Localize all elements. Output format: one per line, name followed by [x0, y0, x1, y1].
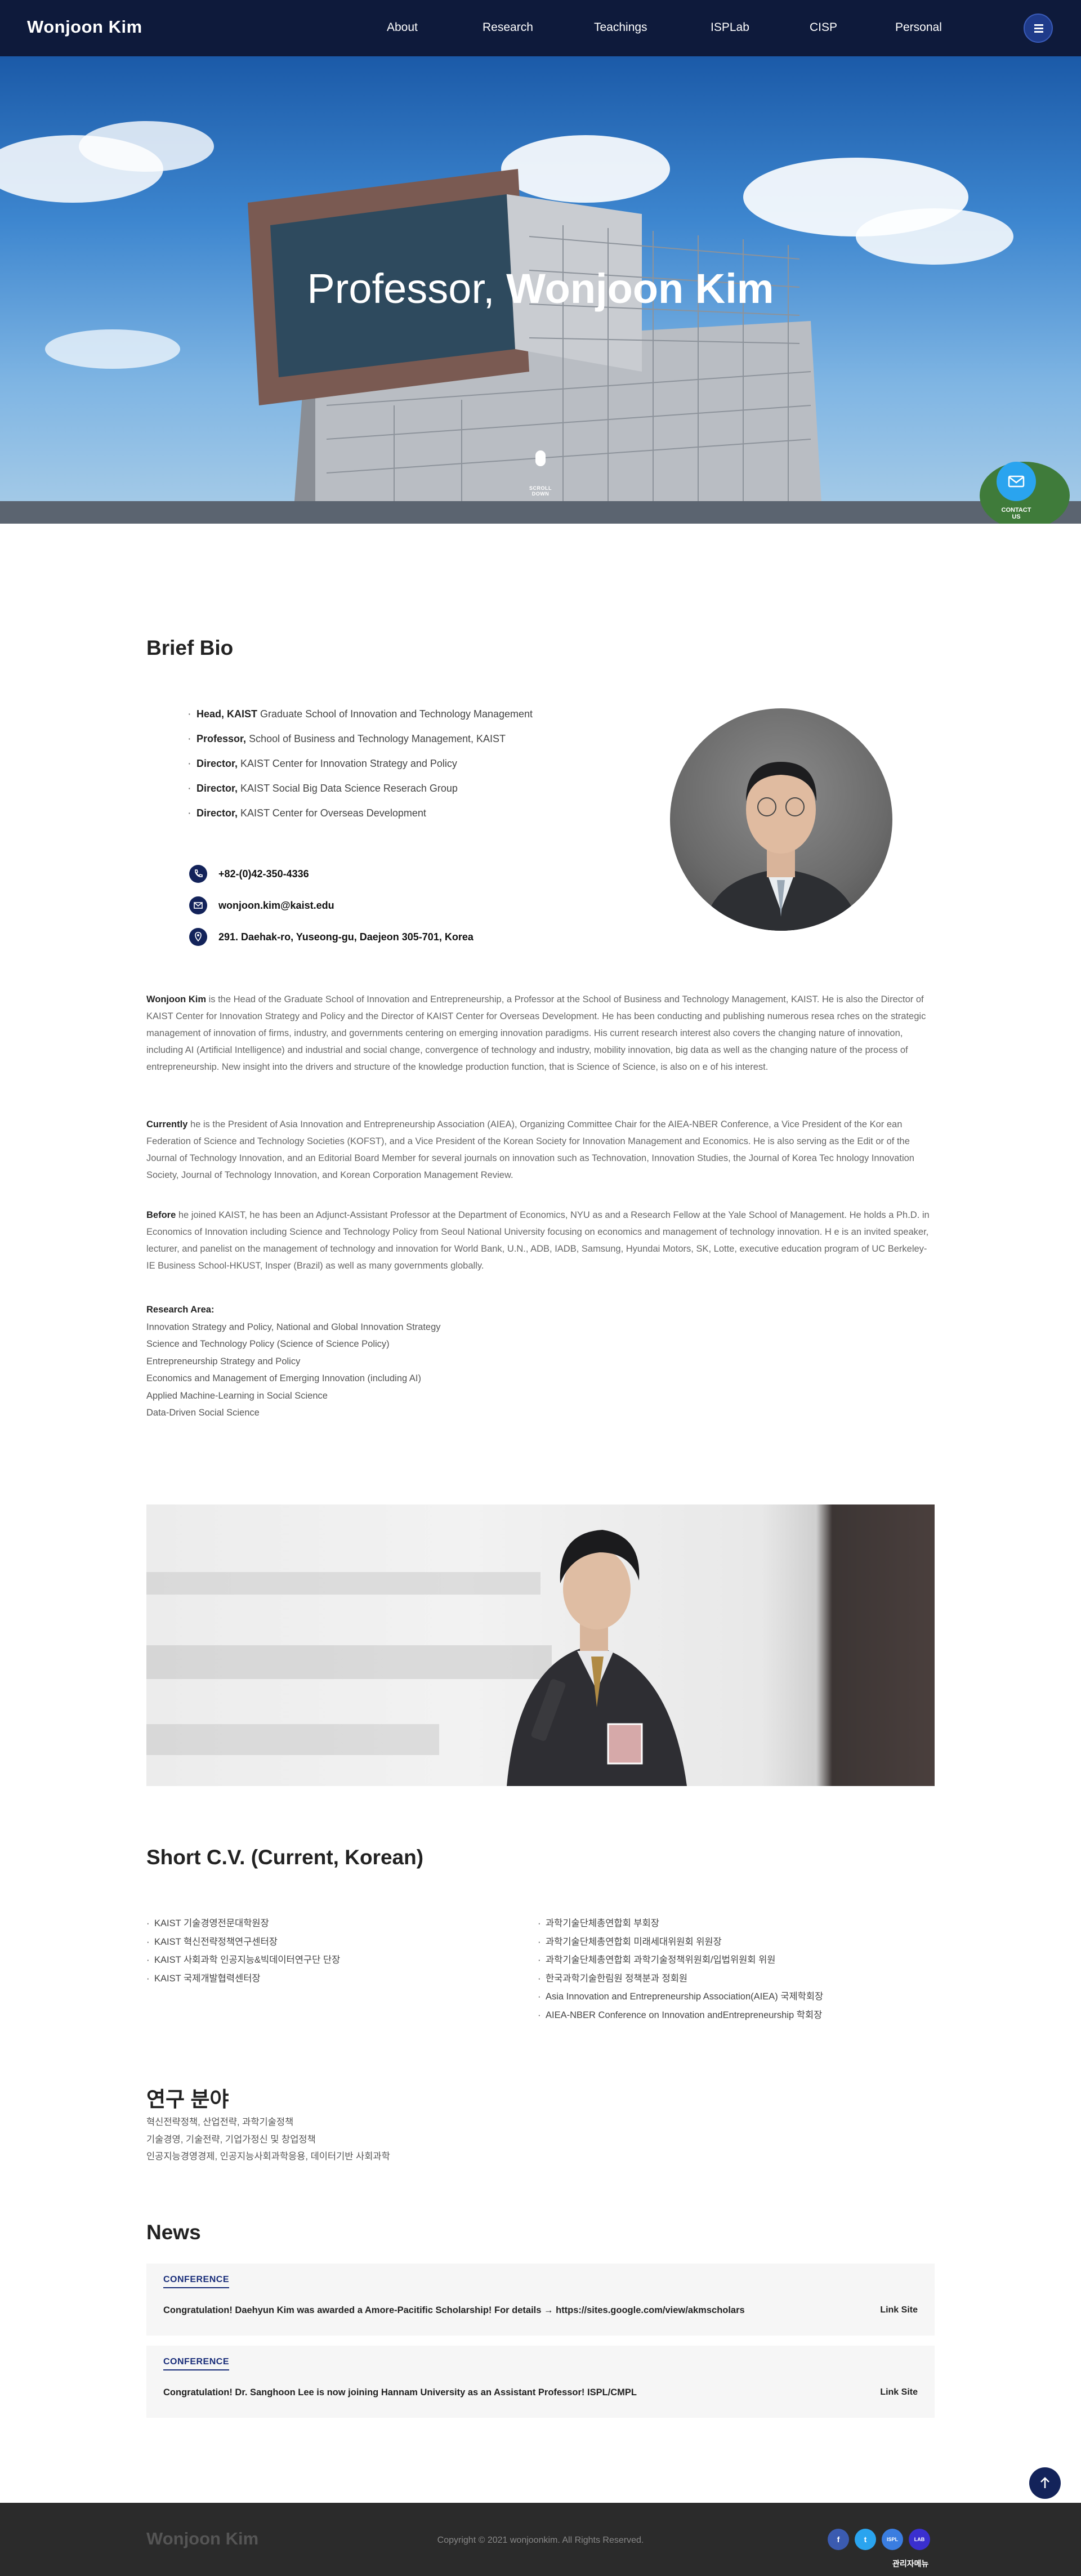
list-item: Director, KAIST Center for Innovation St… [187, 756, 533, 781]
list-item: Director, KAIST Center for Overseas Deve… [187, 806, 533, 831]
list-item: Applied Machine-Learning in Social Scien… [146, 1390, 328, 1401]
mouse-icon [535, 450, 546, 466]
nav-isplab[interactable]: ISPLab [711, 21, 749, 34]
contact-us-label: CONTACT US [1001, 507, 1031, 520]
bio-paragraph-2: Currently he is the President of Asia In… [146, 1119, 914, 1180]
envelope-icon [997, 462, 1036, 501]
brief-bio-title: Brief Bio [146, 636, 233, 660]
back-to-top-button[interactable] [1029, 2467, 1061, 2499]
brief-bio-title-bold: Brief [146, 636, 194, 659]
hero-title-prefix: Professor, [307, 265, 495, 312]
list-item: 과학기술단체총연합회 미래세대위원회 위원장 [538, 1933, 823, 1952]
profile-portrait [670, 708, 892, 931]
brief-bio-title-rest: Bio [199, 636, 234, 659]
list-item: Head, KAIST Graduate School of Innovatio… [187, 707, 533, 731]
bio-paragraph-3: Before he joined KAIST, he has been an A… [146, 1210, 930, 1271]
news-item: CONFERENCE Congratulation! Daehyun Kim w… [146, 2264, 935, 2336]
nav-teachings[interactable]: Teachings [594, 21, 647, 34]
list-item: 기술경영, 기술전략, 기업가정신 및 창업정책 [146, 2134, 316, 2145]
research-area: Research Area: Innovation Strategy and P… [146, 1301, 441, 1422]
news-item: CONFERENCE Congratulation! Dr. Sanghoon … [146, 2346, 935, 2418]
ispl-icon[interactable]: ISPL [882, 2529, 903, 2550]
news-text: Congratulation! Daehyun Kim was awarded … [163, 2305, 745, 2315]
short-cv-title: Short C.V. (Current, Korean) [146, 1846, 423, 1869]
news-link[interactable]: Link Site [880, 2305, 918, 2315]
roles-list: Head, KAIST Graduate School of Innovatio… [187, 707, 533, 831]
site-header: Wonjoon Kim About Research Teachings ISP… [0, 0, 1081, 56]
research-area-title: Research Area: [146, 1305, 215, 1315]
list-item: Director, KAIST Social Big Data Science … [187, 781, 533, 806]
news-title: News [146, 2221, 201, 2244]
scroll-down-button[interactable]: SCROLL DOWN [522, 450, 559, 497]
news-text: Congratulation! Dr. Sanghoon Lee is now … [163, 2387, 637, 2398]
contact-us-button[interactable]: CONTACT US [997, 462, 1036, 520]
list-item: 혁신전략정책, 산업전략, 과학기술정책 [146, 2117, 294, 2127]
hero-title-name: Wonjoon Kim [506, 265, 774, 312]
contact-info: +82-(0)42-350-4336 wonjoon.kim@kaist.edu… [189, 858, 474, 953]
list-item: KAIST 사회과학 인공지능&빅데이터연구단 단장 [146, 1951, 340, 1970]
lab-icon[interactable]: LAB [909, 2529, 930, 2550]
list-item: 한국과학기술한림원 정책분과 정회원 [538, 1970, 823, 1988]
arrow-up-icon [1040, 2477, 1049, 2488]
list-item: Science and Technology Policy (Science o… [146, 1339, 390, 1349]
twitter-icon[interactable]: t [855, 2529, 876, 2550]
speaker-photo [146, 1504, 935, 1786]
list-item: Economics and Management of Emerging Inn… [146, 1373, 421, 1383]
list-item: Entrepreneurship Strategy and Policy [146, 1356, 301, 1367]
list-item: 과학기술단체총연합회 부회장 [538, 1914, 823, 1933]
admin-menu-link[interactable]: 관리자메뉴 [892, 2558, 928, 2569]
nav-about[interactable]: About [387, 21, 418, 34]
cv-left-list: KAIST 기술경영전문대학원장 KAIST 혁신전략정책연구센터장 KAIST… [146, 1914, 340, 1988]
phone-icon [189, 865, 207, 883]
news-link[interactable]: Link Site [880, 2387, 918, 2398]
address-row: 291. Daehak-ro, Yuseong-gu, Daejeon 305-… [189, 921, 474, 953]
list-item: 과학기술단체총연합회 과학기술정책위원회/입법위원회 위원 [538, 1951, 823, 1970]
mail-icon [189, 896, 207, 914]
site-footer: Wonjoon Kim Copyright © 2021 wonjoonkim.… [0, 2503, 1081, 2576]
list-item: AIEA-NBER Conference on Innovation andEn… [538, 2006, 823, 2025]
hero-title: Professor, Wonjoon Kim [0, 265, 1081, 312]
list-item: KAIST 기술경영전문대학원장 [146, 1914, 340, 1933]
facebook-icon[interactable]: f [828, 2529, 849, 2550]
list-item: Professor, School of Business and Techno… [187, 731, 533, 756]
bio-paragraph-1: Wonjoon Kim is the Head of the Graduate … [146, 994, 926, 1072]
list-item: 인공지능경영경제, 인공지능사회과학응용, 데이터기반 사회과학 [146, 2151, 390, 2162]
nav-research[interactable]: Research [483, 21, 533, 34]
nav-cisp[interactable]: CISP [810, 21, 837, 34]
research-fields-title: 연구 분야 [146, 2088, 229, 2111]
location-pin-icon [189, 928, 207, 946]
news-tag: CONFERENCE [163, 2275, 230, 2288]
hero-banner: Professor, Wonjoon Kim SCROLL DOWN CONTA… [0, 56, 1081, 524]
list-item: Innovation Strategy and Policy, National… [146, 1322, 441, 1332]
list-item: KAIST 국제개발협력센터장 [146, 1970, 340, 1988]
email-address[interactable]: wonjoon.kim@kaist.edu [218, 900, 334, 912]
list-item: Data-Driven Social Science [146, 1408, 260, 1418]
site-brand[interactable]: Wonjoon Kim [27, 17, 142, 37]
cv-right-list: 과학기술단체총연합회 부회장 과학기술단체총연합회 미래세대위원회 위원장 과학… [538, 1914, 823, 2024]
phone-number[interactable]: +82-(0)42-350-4336 [218, 868, 309, 880]
phone-row: +82-(0)42-350-4336 [189, 858, 474, 890]
postal-address: 291. Daehak-ro, Yuseong-gu, Daejeon 305-… [218, 931, 474, 943]
short-cv-title-bold: Short C.V. [146, 1846, 245, 1869]
nav-personal[interactable]: Personal [895, 21, 942, 34]
list-item: Asia Innovation and Entrepreneurship Ass… [538, 1988, 823, 2006]
short-cv-title-rest: (Current, Korean) [251, 1846, 424, 1869]
hamburger-menu-button[interactable] [1024, 14, 1053, 43]
news-tag: CONFERENCE [163, 2357, 230, 2370]
email-row: wonjoon.kim@kaist.edu [189, 890, 474, 921]
research-fields-list: 혁신전략정책, 산업전략, 과학기술정책 기술경영, 기술전략, 기업가정신 및… [146, 2114, 390, 2166]
list-item: KAIST 혁신전략정책연구센터장 [146, 1933, 340, 1952]
scroll-down-label: SCROLL DOWN [529, 485, 552, 497]
